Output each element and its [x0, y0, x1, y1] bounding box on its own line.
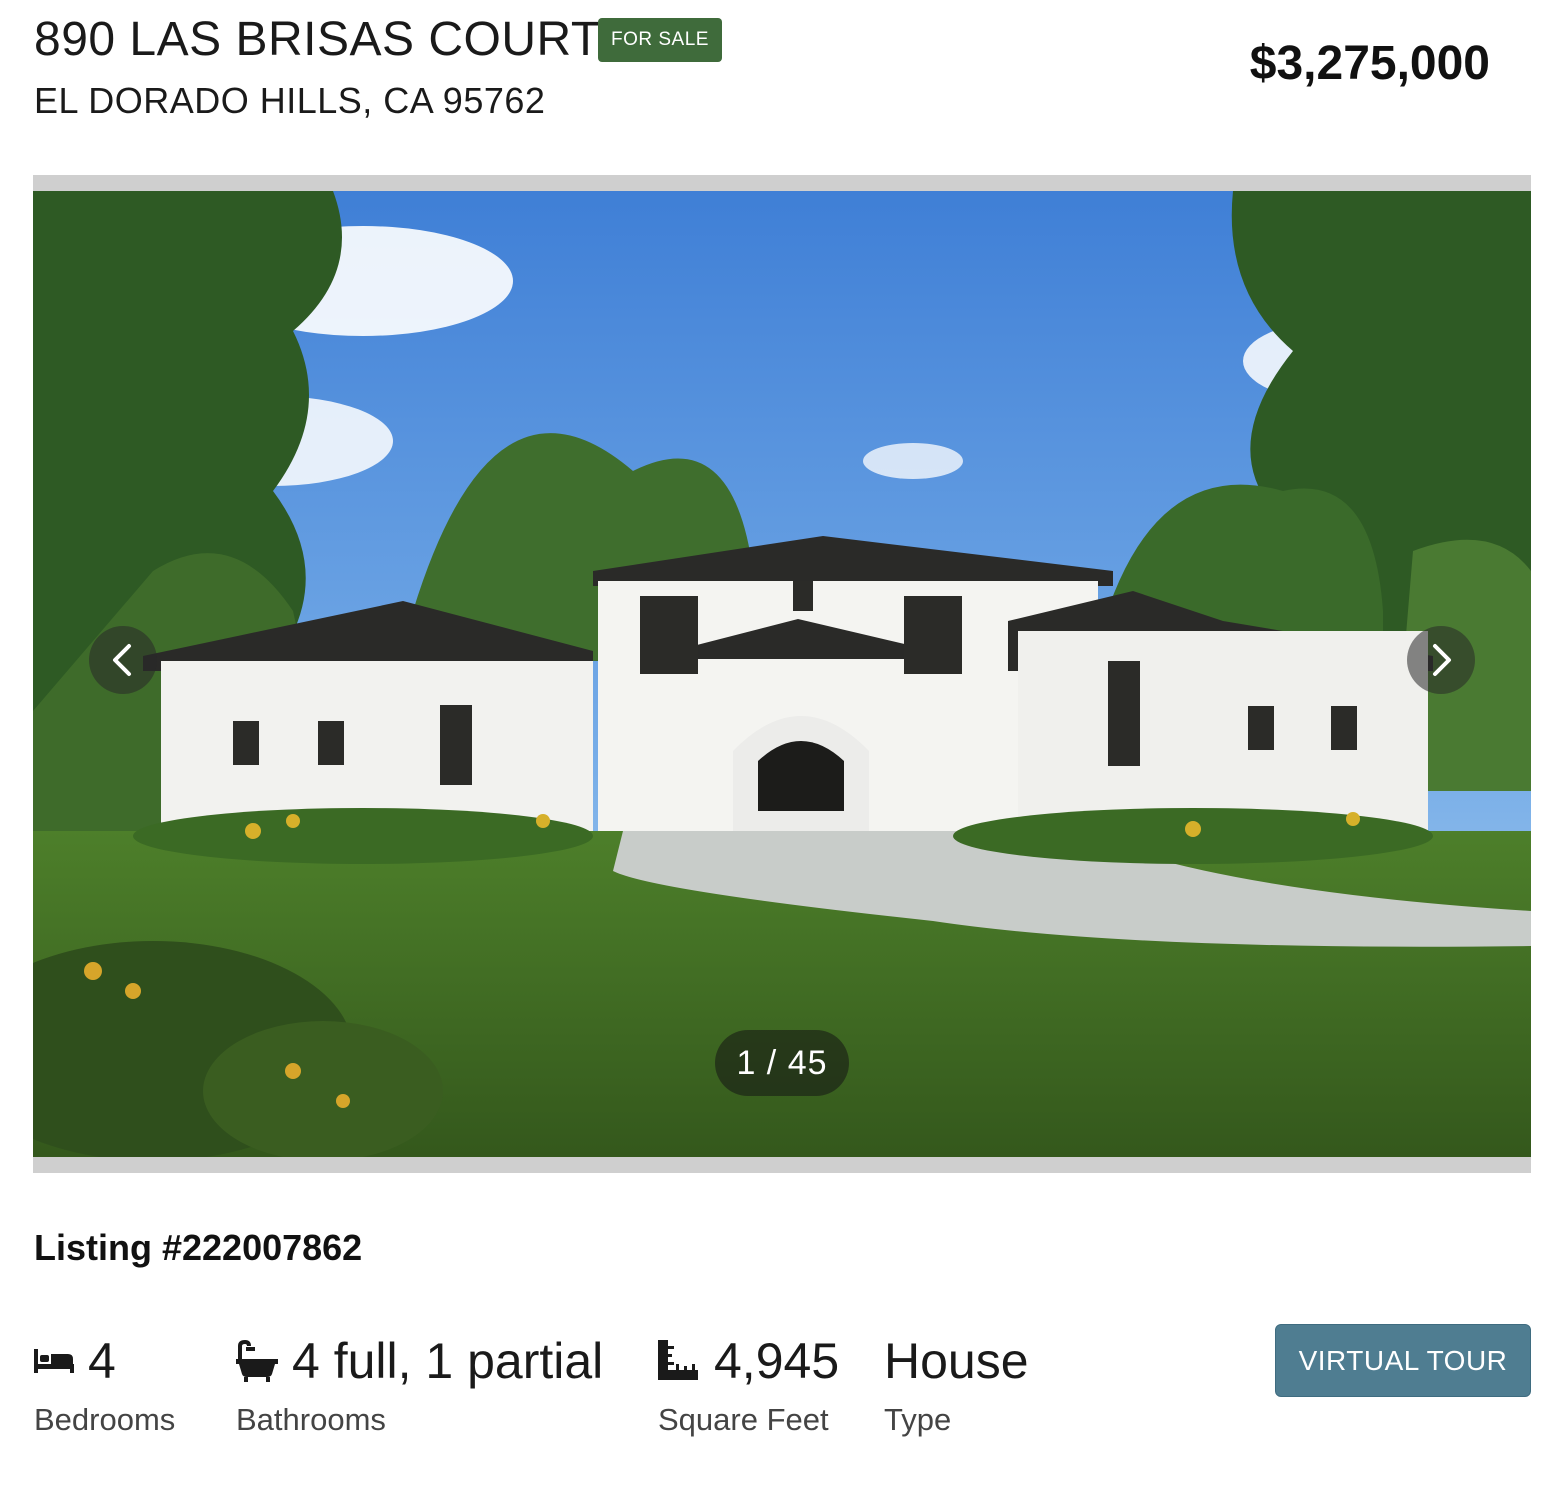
chevron-left-icon [113, 644, 131, 676]
type-label: Type [884, 1402, 952, 1437]
photo-counter: 1 / 45 [715, 1030, 849, 1096]
property-photo[interactable] [33, 191, 1531, 1157]
stat-bedrooms: 4 Bedrooms [34, 1330, 175, 1440]
square-feet-label: Square Feet [658, 1402, 829, 1437]
square-feet-value: 4,945 [714, 1333, 840, 1389]
virtual-tour-button[interactable]: VIRTUAL TOUR [1275, 1324, 1531, 1397]
status-badge: FOR SALE [598, 18, 722, 62]
bathtub-icon [236, 1340, 278, 1382]
gallery-prev-button[interactable] [89, 626, 157, 694]
address-city: EL DORADO HILLS, CA 95762 [34, 80, 546, 121]
stat-square-feet: 4,945 Square Feet [658, 1330, 839, 1440]
listing-header: 890 LAS BRISAS COURT FOR SALE EL DORADO … [34, 12, 1532, 132]
stat-type: House Type [884, 1330, 1029, 1440]
photo-gallery: 1 / 45 [33, 175, 1531, 1173]
bedrooms-value: 4 [88, 1333, 116, 1389]
bathrooms-value: 4 full, 1 partial [292, 1333, 604, 1389]
type-value: House [884, 1333, 1029, 1389]
chevron-right-icon [1433, 644, 1451, 676]
ruler-icon [658, 1340, 700, 1382]
gallery-next-button[interactable] [1407, 626, 1475, 694]
address-street: 890 LAS BRISAS COURT [34, 13, 601, 66]
listing-price: $3,275,000 [1249, 37, 1490, 90]
stat-bathrooms: 4 full, 1 partial Bathrooms [236, 1330, 603, 1440]
bedrooms-label: Bedrooms [34, 1402, 176, 1437]
bed-icon [34, 1347, 74, 1375]
bathrooms-label: Bathrooms [236, 1402, 386, 1437]
listing-number: Listing #222007862 [34, 1227, 363, 1268]
